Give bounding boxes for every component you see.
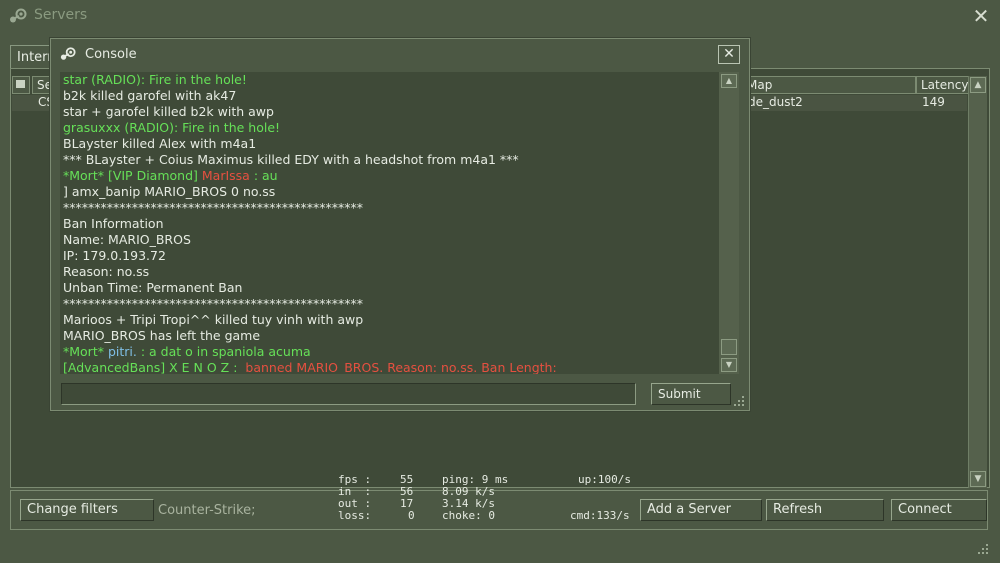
console-line-segment: BLayster killed Alex with m4a1 — [63, 136, 257, 151]
console-line-segment: ] amx_banip MARIO_BROS 0 no.ss — [63, 184, 276, 199]
scroll-down-icon[interactable]: ▼ — [721, 358, 737, 372]
steam-logo-icon — [60, 47, 76, 60]
console-line-segment: *Mort* — [63, 344, 108, 359]
map-column-header[interactable]: Map — [742, 76, 916, 94]
close-icon[interactable]: ✕ — [971, 6, 991, 26]
console-command-input[interactable] — [61, 383, 636, 405]
scroll-up-icon[interactable]: ▲ — [721, 74, 737, 88]
console-line: [AdvancedBans] X E N O Z : banned MARIO_… — [60, 360, 719, 374]
console-line: Name: MARIO_BROS — [60, 232, 719, 248]
console-scrollbar[interactable]: ▲ ▼ — [719, 72, 739, 374]
servers-title-bar[interactable]: Servers ✕ — [0, 0, 1000, 34]
console-line: *** BLayster + Coius Maximus killed EDY … — [60, 152, 719, 168]
netgraph-cmd: cmd:133/s — [570, 509, 630, 522]
add-server-button[interactable]: Add a Server — [640, 499, 762, 521]
console-line: Marioos + Tripi Tropi^^ killed tuy vinh … — [60, 312, 719, 328]
console-line-segment: ****************************************… — [63, 200, 363, 215]
console-line: IP: 179.0.193.72 — [60, 248, 719, 264]
netgraph-choke: choke: 0 — [442, 509, 495, 522]
console-line-segment: IP: 179.0.193.72 — [63, 248, 166, 263]
console-window: Console ✕ star (RADIO): Fire in the hole… — [50, 38, 750, 411]
steam-logo-icon — [10, 8, 27, 23]
scrollbar-thumb[interactable] — [721, 339, 737, 355]
console-line: *Mort* pitri. : a dat o in spaniola acum… — [60, 344, 719, 360]
lock-column-header[interactable] — [12, 76, 30, 94]
filter-summary: Counter-Strike; — [158, 503, 256, 518]
console-line-segment: star + garofel killed b2k with awp — [63, 104, 274, 119]
console-line-segment: *** BLayster + Coius Maximus killed EDY … — [63, 152, 519, 167]
console-title: Console — [85, 47, 137, 62]
server-list-scrollbar[interactable]: ▲ ▼ — [968, 76, 987, 488]
console-line: ****************************************… — [60, 200, 719, 216]
console-line-segment: MARIO_BROS has left the game — [63, 328, 261, 343]
console-line: star (RADIO): Fire in the hole! — [60, 72, 719, 88]
console-lines: star (RADIO): Fire in the hole! b2k kille… — [60, 72, 719, 374]
console-line: Ban Information — [60, 216, 719, 232]
console-line-segment: Reason: no.ss — [63, 264, 150, 279]
scroll-down-icon[interactable]: ▼ — [970, 471, 986, 487]
console-line-segment: grasuxxx (RADIO): Fire in the hole! — [63, 120, 281, 135]
netgraph-loss: 0 — [408, 509, 415, 522]
console-log[interactable]: star (RADIO): Fire in the hole! b2k kille… — [60, 72, 719, 374]
console-line: star + garofel killed b2k with awp — [60, 104, 719, 120]
lock-icon — [16, 80, 25, 88]
console-line: grasuxxx (RADIO): Fire in the hole! — [60, 120, 719, 136]
console-line: BLayster killed Alex with m4a1 — [60, 136, 719, 152]
scroll-up-icon[interactable]: ▲ — [970, 77, 986, 93]
refresh-button[interactable]: Refresh — [766, 499, 884, 521]
map-cell: de_dust2 — [748, 95, 803, 109]
console-line: Unban Time: Permanent Ban — [60, 280, 719, 296]
resize-grip-icon[interactable] — [734, 396, 746, 408]
latency-column-header[interactable]: Latency — [916, 76, 970, 94]
console-line: MARIO_BROS has left the game — [60, 328, 719, 344]
console-line-segment: Unban Time: Permanent Ban — [63, 280, 243, 295]
console-line-segment: Name: MARIO_BROS — [63, 232, 191, 247]
console-line-segment: *Mort* [VIP Diamond] — [63, 168, 202, 183]
change-filters-button[interactable]: Change filters — [20, 499, 154, 521]
window-title: Servers — [34, 7, 88, 23]
console-line-segment: : au — [249, 168, 278, 183]
submit-button[interactable]: Submit — [651, 383, 731, 405]
console-line-segment: MarIssa — [201, 168, 250, 183]
console-line: ] amx_banip MARIO_BROS 0 no.ss — [60, 184, 719, 200]
console-line-segment: : a dat o in spaniola acuma — [136, 344, 311, 359]
netgraph-loss-label: loss: — [338, 509, 372, 522]
console-line: Reason: no.ss — [60, 264, 719, 280]
console-line: *Mort* [VIP Diamond] MarIssa : au — [60, 168, 719, 184]
console-line-segment: star (RADIO): Fire in the hole! — [63, 72, 247, 87]
console-line: ****************************************… — [60, 296, 719, 312]
netgraph-up: up:100/s — [578, 473, 631, 486]
console-line-segment: [AdvancedBans] X E N O Z : — [63, 360, 238, 374]
resize-grip-icon[interactable] — [978, 544, 990, 556]
console-line-segment: banned MARIO_BROS. Reason: no.ss. Ban Le… — [237, 360, 557, 374]
connect-button[interactable]: Connect — [891, 499, 987, 521]
console-line-segment: ****************************************… — [63, 296, 363, 311]
console-line-segment: Ban Information — [63, 216, 164, 231]
latency-cell: 149 — [922, 95, 945, 109]
console-line: b2k killed garofel with ak47 — [60, 88, 719, 104]
console-line-segment: b2k killed garofel with ak47 — [63, 88, 237, 103]
console-line-segment: Marioos + Tripi Tropi^^ killed tuy vinh … — [63, 312, 364, 327]
console-line-segment: pitri. — [107, 344, 137, 359]
close-icon[interactable]: ✕ — [718, 45, 740, 64]
